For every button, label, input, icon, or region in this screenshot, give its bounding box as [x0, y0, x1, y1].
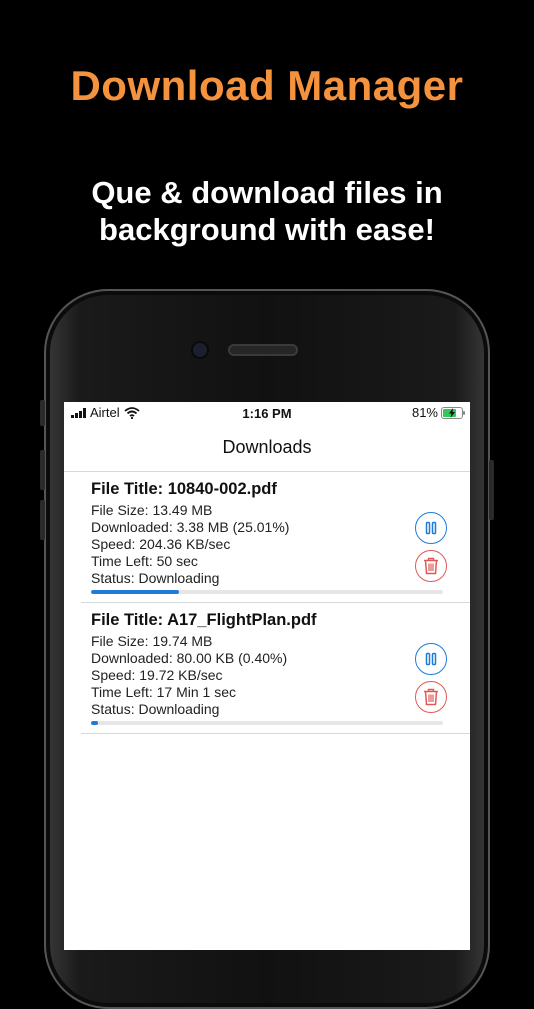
- phone-mute-switch: [40, 400, 45, 426]
- phone-volume-up: [40, 450, 45, 490]
- bolt-icon: [449, 407, 455, 418]
- promo-headline: Download Manager: [70, 62, 464, 109]
- download-item[interactable]: File Title: 10840-002.pdf File Size: 13.…: [81, 472, 470, 603]
- phone-power-button: [489, 460, 494, 520]
- status-time: 1:16 PM: [242, 406, 292, 421]
- battery-icon: [441, 406, 465, 419]
- pause-icon: [425, 652, 437, 666]
- download-status: Status: Downloading: [91, 701, 220, 717]
- download-downloaded: Downloaded: 3.38 MB (25.01%): [91, 519, 290, 535]
- download-file-title: File Title: 10840-002.pdf: [91, 480, 277, 498]
- download-downloaded: Downloaded: 80.00 KB (0.40%): [91, 650, 288, 666]
- download-speed: Speed: 204.36 KB/sec: [91, 536, 231, 552]
- trash-icon: [424, 557, 438, 575]
- nav-title: Downloads: [64, 424, 470, 472]
- trash-icon: [424, 688, 438, 706]
- pause-icon: [425, 521, 437, 535]
- earpiece-speaker: [228, 344, 298, 356]
- download-file-title: File Title: A17_FlightPlan.pdf: [91, 611, 317, 629]
- download-time-left: Time Left: 17 Min 1 sec: [91, 684, 236, 700]
- download-progress-fill: [91, 590, 180, 594]
- app-screen: Airtel 1:16 PM 81% Downloads File Title:…: [64, 402, 470, 950]
- phone-volume-down: [40, 500, 45, 540]
- delete-button[interactable]: [415, 550, 447, 582]
- pause-button[interactable]: [415, 512, 447, 544]
- download-progress-fill: [91, 721, 99, 725]
- download-file-size: File Size: 19.74 MB: [91, 633, 213, 649]
- promo-subline-line-2: background with ease!: [99, 212, 435, 247]
- download-time-left: Time Left: 50 sec: [91, 553, 198, 569]
- download-speed: Speed: 19.72 KB/sec: [91, 667, 223, 683]
- front-camera: [193, 343, 207, 357]
- download-item[interactable]: File Title: A17_FlightPlan.pdf File Size…: [81, 603, 470, 734]
- download-progress-bar: [91, 721, 443, 725]
- download-file-size: File Size: 13.49 MB: [91, 502, 213, 518]
- battery-percent: 81%: [411, 405, 438, 420]
- status-right: 81%: [411, 405, 465, 420]
- promo-subline-line-1: Que & download files in: [91, 175, 443, 210]
- promo-subline: Que & download files in background with …: [0, 174, 534, 248]
- delete-button[interactable]: [415, 681, 447, 713]
- pause-button[interactable]: [415, 643, 447, 675]
- download-status: Status: Downloading: [91, 570, 220, 586]
- download-progress-bar: [91, 590, 443, 594]
- status-bar: Airtel 1:16 PM 81%: [64, 402, 470, 424]
